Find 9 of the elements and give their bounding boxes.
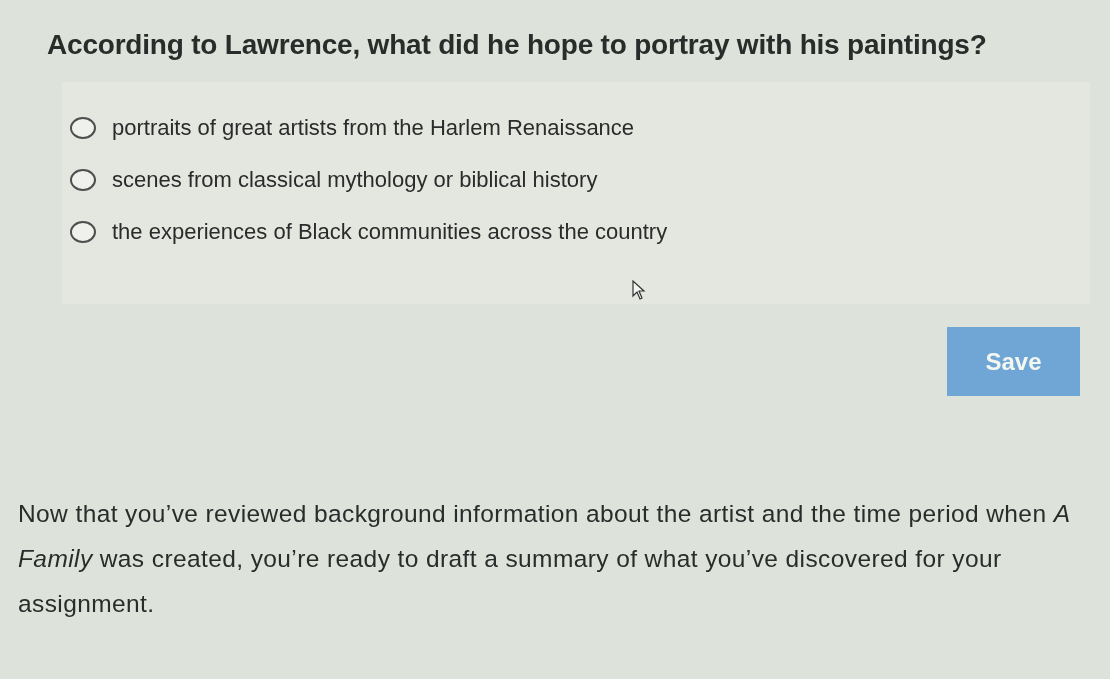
option-label[interactable]: the experiences of Black communities across the country	[112, 219, 668, 245]
option-label[interactable]: portraits of great artists from the Harlem Renaissance	[112, 115, 635, 141]
option-label[interactable]: scenes from classical mythology or biblical history	[112, 167, 598, 193]
radio-button[interactable]	[70, 117, 96, 139]
instruction-paragraph: Now that you’ve reviewed background information about the artist and the time period when A Family was created, you’re ready to draft a summary of what you’ve discovered for your assignment.	[18, 499, 1071, 619]
question-text: According to Lawrence, what did he hope to portray with his paintings?	[46, 28, 988, 62]
radio-button[interactable]	[70, 169, 96, 191]
radio-button[interactable]	[70, 221, 96, 243]
cursor-icon	[632, 280, 646, 300]
